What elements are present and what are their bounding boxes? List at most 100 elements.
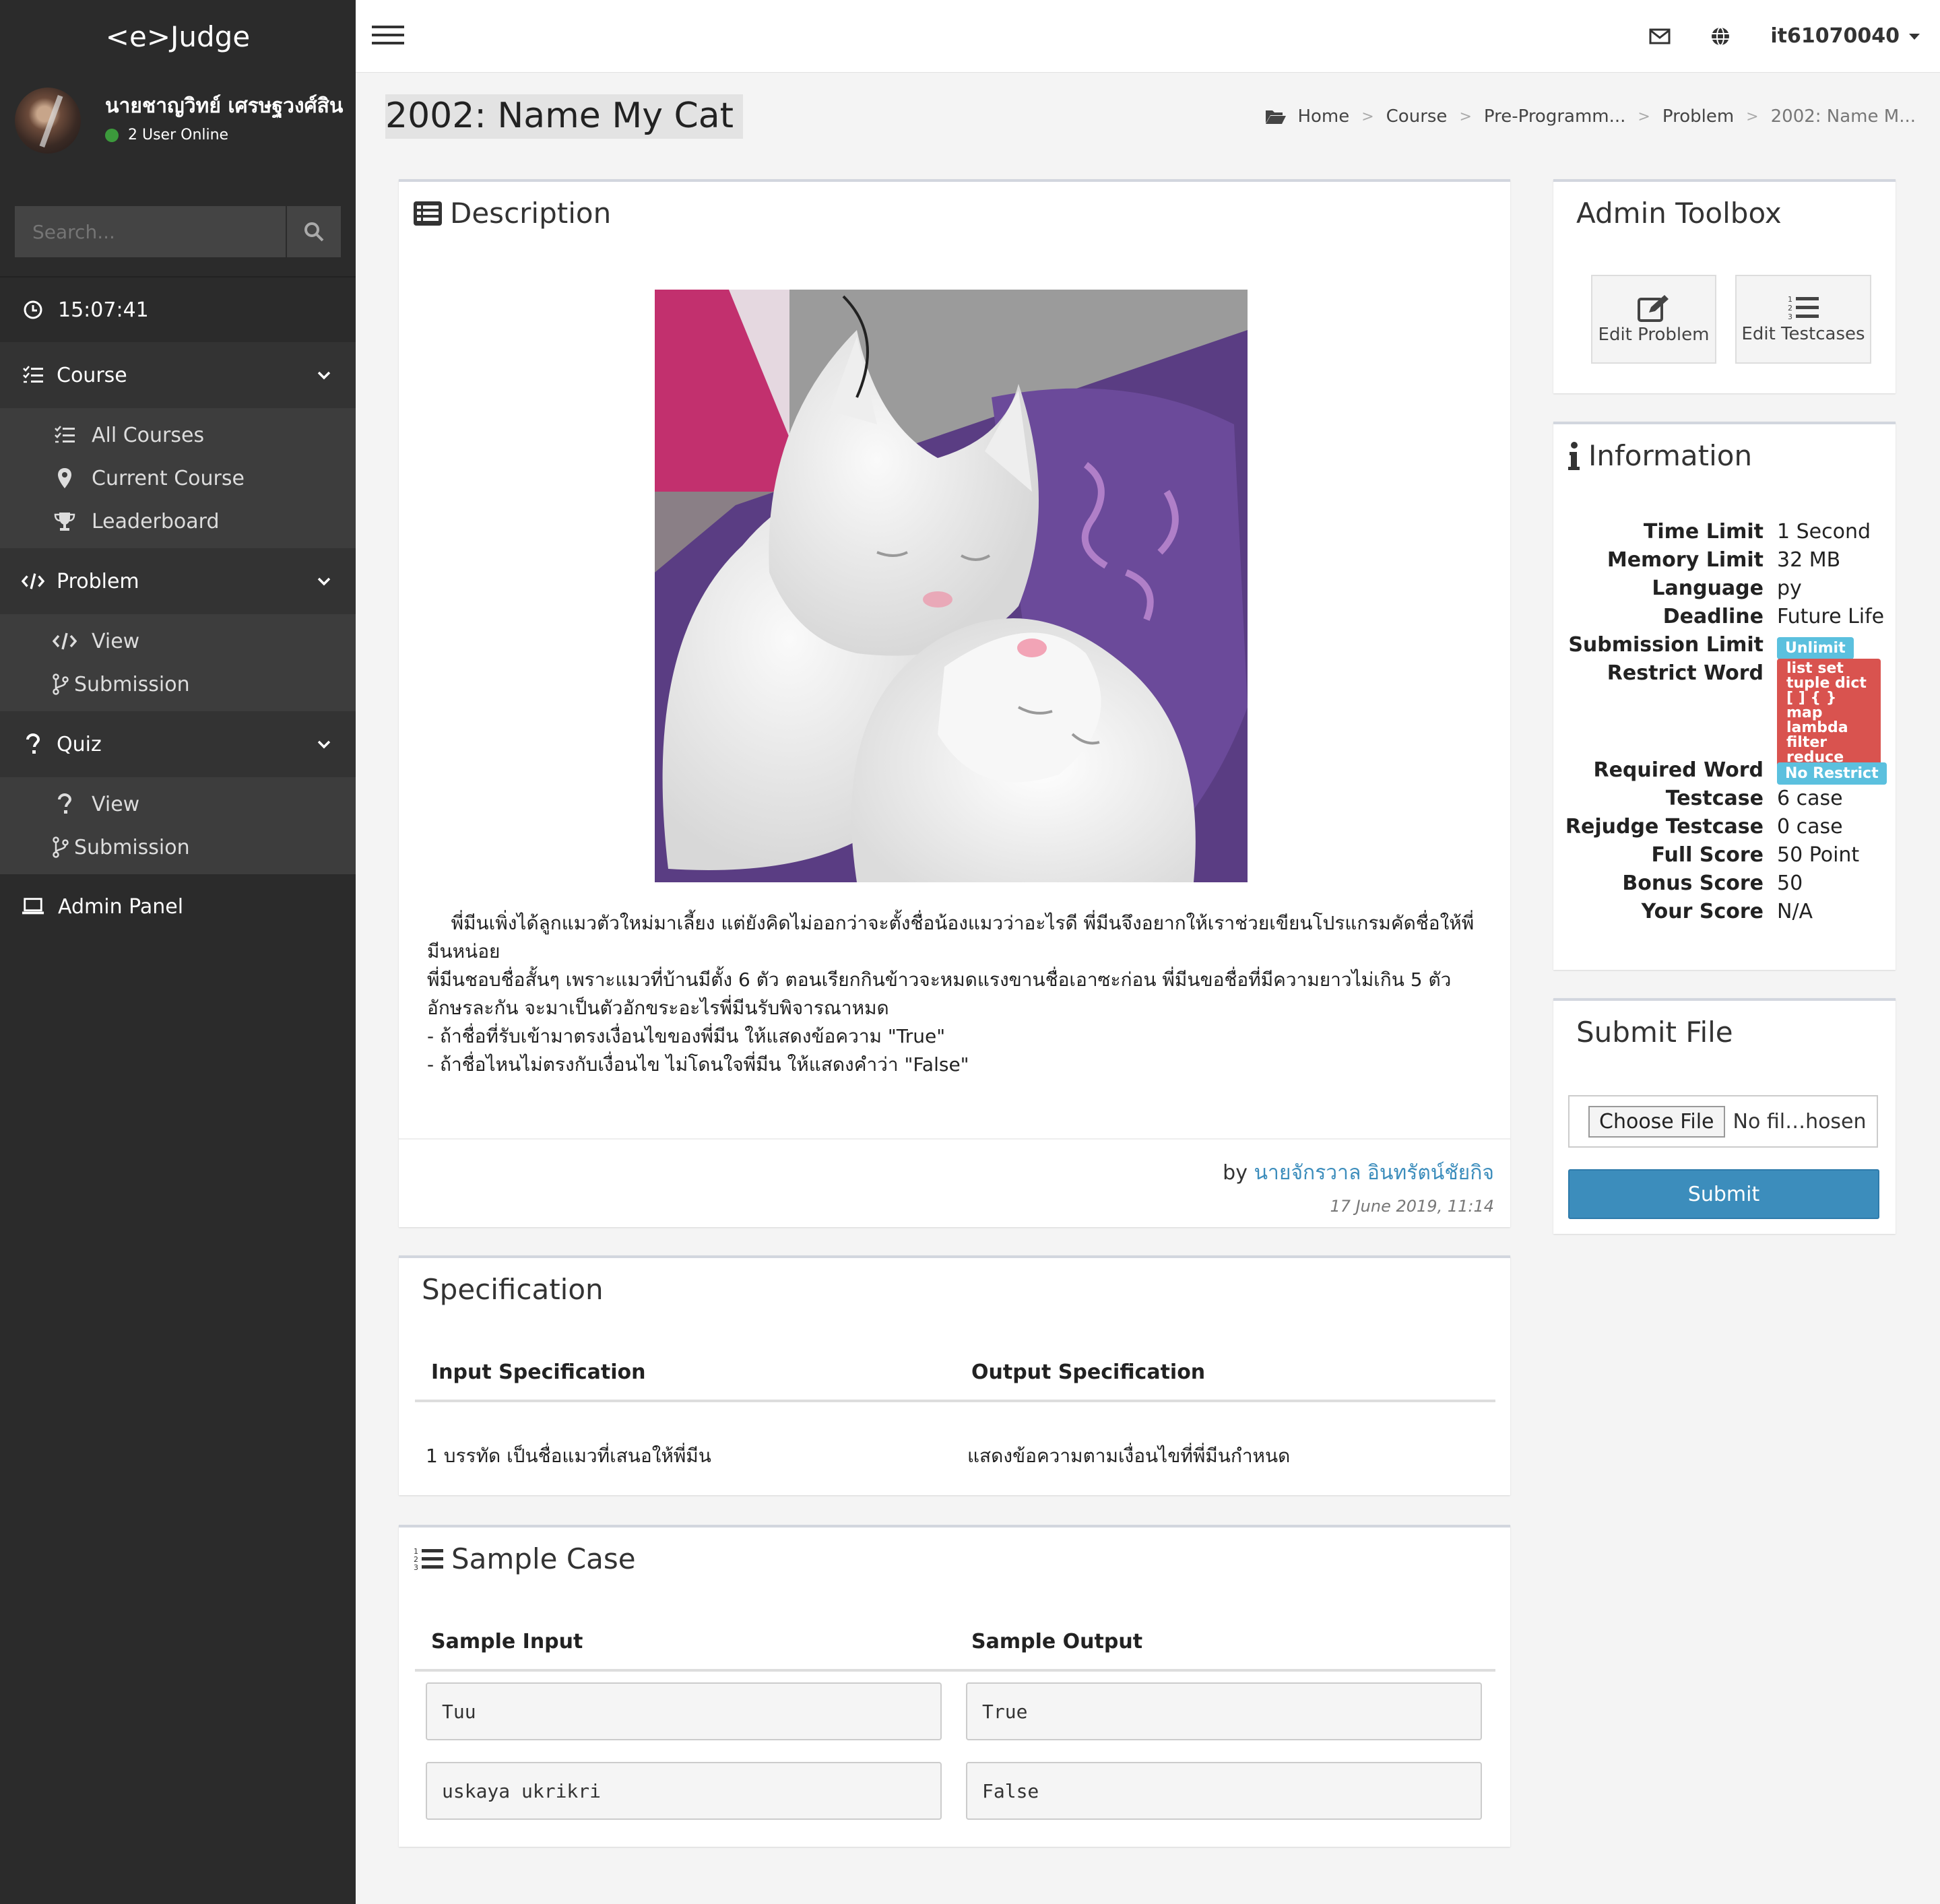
info-row-bonus-score: Bonus Score 50	[1553, 872, 1896, 900]
info-value-text: 50 Point	[1777, 843, 1860, 867]
description-box: Description พี่มีนเพิ่งได้ลูกแมวตัวใหม่ม…	[399, 179, 1510, 1227]
sample-input-2[interactable]: uskaya ukrikri	[426, 1762, 942, 1820]
svg-text:3: 3	[414, 1563, 418, 1572]
sidebar-item-quiz-view[interactable]: View	[0, 783, 356, 826]
admin-toolbox-title: Admin Toolbox	[1576, 197, 1782, 230]
input-spec-text: 1 บรรทัด เป็นชื่อแมวที่เสนอให้พี่มีน	[426, 1445, 711, 1467]
sidebar-item-problem-view[interactable]: View	[0, 620, 356, 663]
output-spec-text: แสดงข้อความตามเงื่อนไขที่พี่มีนกำหนด	[967, 1445, 1291, 1467]
nav-problem-label: Problem	[57, 569, 139, 593]
info-value-text: 1 Second	[1777, 520, 1871, 544]
posted-date: 17 June 2019, 11:14	[1330, 1197, 1494, 1216]
breadcrumb: Home > Course > Pre-Programm... > Problem > …	[1265, 106, 1916, 127]
sidebar-item-label: Leaderboard	[92, 509, 220, 533]
user-menu[interactable]: it61070040	[1770, 24, 1921, 48]
info-row-time-limit: Time Limit 1 Second	[1553, 520, 1896, 548]
description-paragraph: - ถ้าชื่อไหนไม่ตรงกับเงื่อนไข ไม่โดนใจพี…	[427, 1053, 969, 1076]
info-key: Required Word	[1593, 758, 1764, 782]
description-text: พี่มีนเพิ่งได้ลูกแมวตัวใหม่มาเลี้ยง แต่ย…	[427, 909, 1477, 1079]
sidebar-item-all-courses[interactable]: All Courses	[0, 414, 356, 457]
sidebar-item-quiz-submission[interactable]: Submission	[0, 826, 356, 869]
description-paragraph: พี่มีนชอบชื่อสั้นๆ เพราะแมวที่บ้านมีตั้ง…	[427, 969, 1452, 1019]
restrict-word-badge: list set tuple dict [ ] { } map lambda f…	[1777, 659, 1881, 768]
breadcrumb-course[interactable]: Course	[1386, 106, 1448, 127]
svg-text:2: 2	[1788, 304, 1792, 313]
file-status: No fil…hosen	[1733, 1109, 1867, 1134]
folder-open-icon	[1266, 110, 1287, 124]
info-row-rejudge-testcase: Rejudge Testcase 0 case	[1553, 815, 1896, 843]
info-icon	[1568, 441, 1580, 470]
edit-problem-button[interactable]: Edit Problem	[1591, 275, 1716, 364]
sidebar-item-label: Submission	[74, 835, 190, 859]
author-link[interactable]: นายจักรวาล อินทรัตน์ชัยกิจ	[1254, 1161, 1494, 1185]
code-icon	[22, 573, 44, 589]
edit-testcases-button[interactable]: 123 Edit Testcases	[1735, 275, 1871, 364]
breadcrumb-problem[interactable]: Problem	[1662, 106, 1734, 127]
messages-button[interactable]	[1649, 28, 1671, 44]
chevron-down-icon	[317, 577, 331, 586]
sample-output-1[interactable]: True	[966, 1682, 1482, 1740]
search-input[interactable]	[15, 206, 286, 257]
list-check-icon	[55, 426, 75, 443]
info-key: Full Score	[1651, 843, 1764, 867]
svg-text:1: 1	[1788, 295, 1792, 304]
info-key: Rejudge Testcase	[1565, 815, 1764, 839]
info-value: 32 MB	[1777, 548, 1840, 572]
info-value-text: Future Life	[1777, 605, 1885, 628]
info-value: list set tuple dict [ ] { } map lambda f…	[1777, 659, 1881, 768]
sample-case-box: 123 Sample Case Sample Input Sample Outp…	[399, 1525, 1510, 1847]
sidebar-item-label: Current Course	[92, 466, 245, 490]
list-alt-icon	[414, 201, 442, 226]
map-marker-icon	[58, 468, 71, 488]
page-title: 2002: Name My Cat	[385, 94, 744, 139]
code-branch-icon	[53, 836, 69, 858]
info-row-full-score: Full Score 50 Point	[1553, 843, 1896, 872]
svg-text:3: 3	[1788, 313, 1792, 321]
top-navbar: it61070040	[356, 0, 1940, 73]
brand-logo[interactable]: <e>Judge	[0, 0, 356, 73]
sidebar-item-leaderboard[interactable]: Leaderboard	[0, 500, 356, 543]
main-content: it61070040 2002: Name My Cat Home > Cours…	[356, 0, 1940, 1904]
sidebar-item-current-course[interactable]: Current Course	[0, 457, 356, 500]
info-value: No Restrict	[1777, 760, 1887, 785]
nav-course[interactable]: Course	[0, 342, 356, 408]
author-block: by นายจักรวาล อินทรัตน์ชัยกิจ 17 June 20…	[1223, 1157, 1494, 1216]
nav-quiz[interactable]: Quiz	[0, 711, 356, 777]
by-prefix: by	[1223, 1161, 1248, 1185]
sidebar-toggle[interactable]	[372, 23, 404, 50]
chevron-down-icon	[317, 371, 331, 380]
admin-toolbox: Admin Toolbox Edit Problem 123 Edit Test…	[1553, 179, 1896, 393]
choose-file-button[interactable]: Choose File	[1588, 1105, 1725, 1138]
question-icon	[26, 733, 40, 754]
info-value-text: 50	[1777, 872, 1803, 895]
information-box: Information Time Limit 1 Second Memory Lim…	[1553, 422, 1896, 970]
info-row-restrict-word: Restrict Word list set tuple dict [ ] { }…	[1553, 659, 1896, 768]
input-spec-header: Input Specification	[431, 1360, 646, 1384]
file-input[interactable]: Choose File No fil…hosen	[1568, 1095, 1878, 1148]
info-badge: Unlimit	[1777, 637, 1854, 659]
submit-button[interactable]: Submit	[1568, 1169, 1879, 1219]
nav-quiz-label: Quiz	[57, 732, 102, 756]
info-value: Unlimit	[1777, 634, 1854, 659]
sample-output-2[interactable]: False	[966, 1762, 1482, 1820]
submit-file-title: Submit File	[1576, 1016, 1733, 1049]
nav-admin-panel[interactable]: Admin Panel	[0, 874, 356, 939]
breadcrumb-course-name[interactable]: Pre-Programm...	[1484, 106, 1626, 127]
info-key: Language	[1652, 577, 1764, 600]
breadcrumb-home[interactable]: Home	[1297, 106, 1349, 127]
clock-time: 15:07:41	[58, 298, 149, 322]
sample-input-header: Sample Input	[431, 1630, 583, 1653]
online-status-text: 2 User Online	[128, 127, 229, 143]
info-key: Deadline	[1662, 605, 1764, 628]
sidebar-item-problem-submission[interactable]: Submission	[0, 663, 356, 706]
code-icon	[53, 632, 77, 650]
sample-input-1[interactable]: Tuu	[426, 1682, 942, 1740]
search-button[interactable]	[286, 206, 341, 257]
language-button[interactable]	[1710, 26, 1731, 47]
info-row-memory-limit: Memory Limit 32 MB	[1553, 548, 1896, 577]
nav-problem[interactable]: Problem	[0, 548, 356, 614]
info-key: Submission Limit	[1568, 633, 1764, 657]
user-name: นายชาญวิทย์ เศรษฐวงศ์สิน	[105, 94, 344, 118]
edit-problem-label: Edit Problem	[1598, 325, 1710, 345]
sidebar-item-label: View	[92, 629, 140, 653]
